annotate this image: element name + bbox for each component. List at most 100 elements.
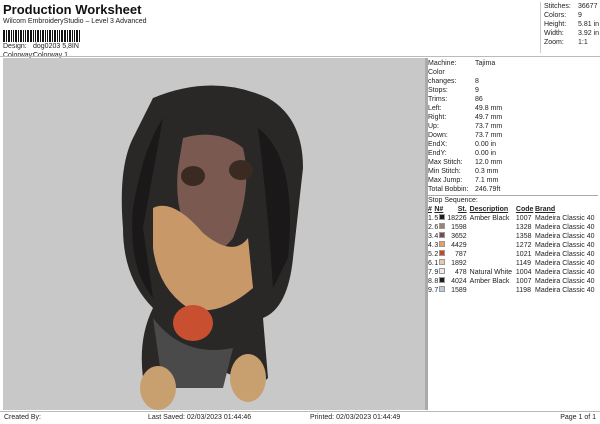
description: [470, 259, 516, 268]
barcode-bar: [3, 30, 5, 42]
barcode-bar: [37, 30, 39, 42]
thread-code: 1149: [515, 260, 531, 267]
detail-value: 49.8 mm: [475, 105, 503, 112]
stitch-count: 4024: [451, 278, 467, 285]
detail-value: 73.7 mm: [475, 123, 503, 130]
design-label: Design:: [3, 43, 27, 50]
color-swatch: [438, 250, 445, 256]
detail-label: Up:: [428, 123, 439, 130]
color-swatch: [438, 286, 445, 292]
barcode-bar: [67, 30, 68, 42]
table-row: 3. 4 3652 1358 Madeira Classic 40: [428, 232, 600, 241]
stat-row: Colors: 9: [544, 11, 599, 20]
thread-code: 1328: [515, 224, 532, 231]
detail-row: Color changes: 8: [428, 68, 598, 86]
barcode-bar: [42, 30, 44, 42]
stat-row: Stitches: 36677: [544, 2, 599, 11]
barcode-bar: [74, 30, 75, 42]
color-swatch: [438, 214, 445, 220]
detail-row: Total Bobbin: 246.79ft: [428, 185, 598, 194]
table-row: 7. 9 478 Natural White 1004 Madeira Classic 4…: [428, 268, 600, 277]
description: Amber Black: [469, 278, 510, 285]
thread-code: 1007: [515, 278, 532, 285]
barcode-bar: [33, 30, 34, 42]
stitch-count: 18226: [447, 215, 467, 222]
detail-value: 246.79ft: [475, 186, 501, 193]
stat-value: 9: [578, 12, 582, 19]
detail-value: 73.7 mm: [475, 132, 503, 139]
stat-value: 3.92 in: [578, 30, 600, 37]
color-swatch: [438, 223, 445, 229]
detail-label: EndY:: [428, 150, 447, 157]
detail-value: 0.3 mm: [475, 168, 499, 175]
page-title: Production Worksheet: [3, 2, 142, 17]
detail-row: Max Stitch: 12.0 mm: [428, 158, 598, 167]
color-swatch: [438, 268, 445, 274]
detail-label: Right:: [428, 114, 447, 121]
dog-embroidery-image: [121, 85, 303, 410]
thread-brand: Madeira Classic 40: [534, 260, 595, 267]
column-header: N#: [434, 206, 444, 213]
detail-value: 8: [475, 78, 479, 85]
barcode-bar: [30, 30, 32, 42]
barcode-bar: [52, 30, 53, 42]
page-number: Page 1 of 1: [560, 414, 596, 421]
barcode-bar: [54, 30, 56, 42]
table-row: 1. 5 18226 Amber Black 1007 Madeira Classic 4…: [428, 214, 600, 223]
details-panel: Machine: Tajima Color changes: 8 Stops: 9 Trim…: [428, 59, 598, 295]
barcode-bar: [18, 30, 19, 42]
detail-row: Max Jump: 7.1 mm: [428, 176, 598, 185]
barcode-bar: [45, 30, 46, 42]
stitch-count: 478: [454, 269, 467, 276]
header: Production Worksheet Wilcom EmbroiderySt…: [3, 2, 147, 60]
description: Amber Black: [469, 215, 510, 222]
table-row: 6. 1 1892 1149 Madeira Classic 40: [428, 259, 600, 268]
detail-label: Machine:: [428, 60, 457, 67]
footer: Created By: Last Saved: 02/03/2023 01:44…: [0, 411, 600, 424]
barcode-bar: [23, 30, 24, 42]
detail-row: Machine: Tajima: [428, 59, 598, 68]
column-header: Brand: [534, 206, 556, 213]
thread-brand: Madeira Classic 40: [534, 242, 595, 249]
detail-row: Up: 73.7 mm: [428, 122, 598, 131]
barcode-bar: [40, 30, 41, 42]
detail-label: EndX:: [428, 141, 448, 148]
stitch-count: 1598: [451, 224, 467, 231]
thread-brand: Madeira Classic 40: [534, 224, 595, 231]
detail-label: Left:: [428, 105, 442, 112]
detail-row: Left: 49.8 mm: [428, 104, 598, 113]
thread-brand: Madeira Classic 40: [534, 233, 595, 240]
barcode-bar: [8, 30, 10, 42]
thread-brand: Madeira Classic 40: [534, 251, 595, 258]
stat-row: Height: 5.81 in: [544, 20, 599, 29]
thread-code: 1021: [515, 251, 532, 258]
detail-value: 49.7 mm: [475, 114, 503, 121]
printed-date: Printed: 02/03/2023 01:44:49: [310, 414, 401, 421]
description: [470, 286, 516, 295]
barcode-bar: [59, 30, 60, 42]
stat-label: Zoom:: [544, 39, 564, 46]
stop-sequence-title: Stop Sequence:: [428, 197, 478, 204]
stat-value: 36677: [578, 3, 598, 10]
barcode-bar: [25, 30, 26, 42]
table-row: 9. 7 1589 1198 Madeira Classic 40: [428, 286, 600, 295]
stitch-count: 1892: [451, 260, 467, 267]
barcode-bar: [57, 30, 58, 42]
barcode-bar: [47, 30, 48, 42]
color-swatch: [438, 232, 445, 238]
detail-label: Stops:: [428, 87, 448, 94]
description: [470, 232, 516, 241]
barcode-bar: [20, 30, 22, 42]
description: [470, 223, 516, 232]
detail-value: 86: [475, 96, 483, 103]
thread-brand: Madeira Classic 40: [534, 278, 595, 285]
barcode-bar: [76, 30, 78, 42]
design-preview: [3, 58, 425, 410]
table-row: 4. 3 4429 1272 Madeira Classic 40: [428, 241, 600, 250]
thread-code: 1272: [515, 242, 532, 249]
detail-row: Stops: 9: [428, 86, 598, 95]
barcode-bar: [61, 30, 63, 42]
stop-sequence-table: # N# St. Description Code Brand 1. 5 18226 Amber…: [428, 205, 600, 295]
column-header: Description: [469, 206, 509, 213]
detail-row: EndY: 0.00 in: [428, 149, 598, 158]
